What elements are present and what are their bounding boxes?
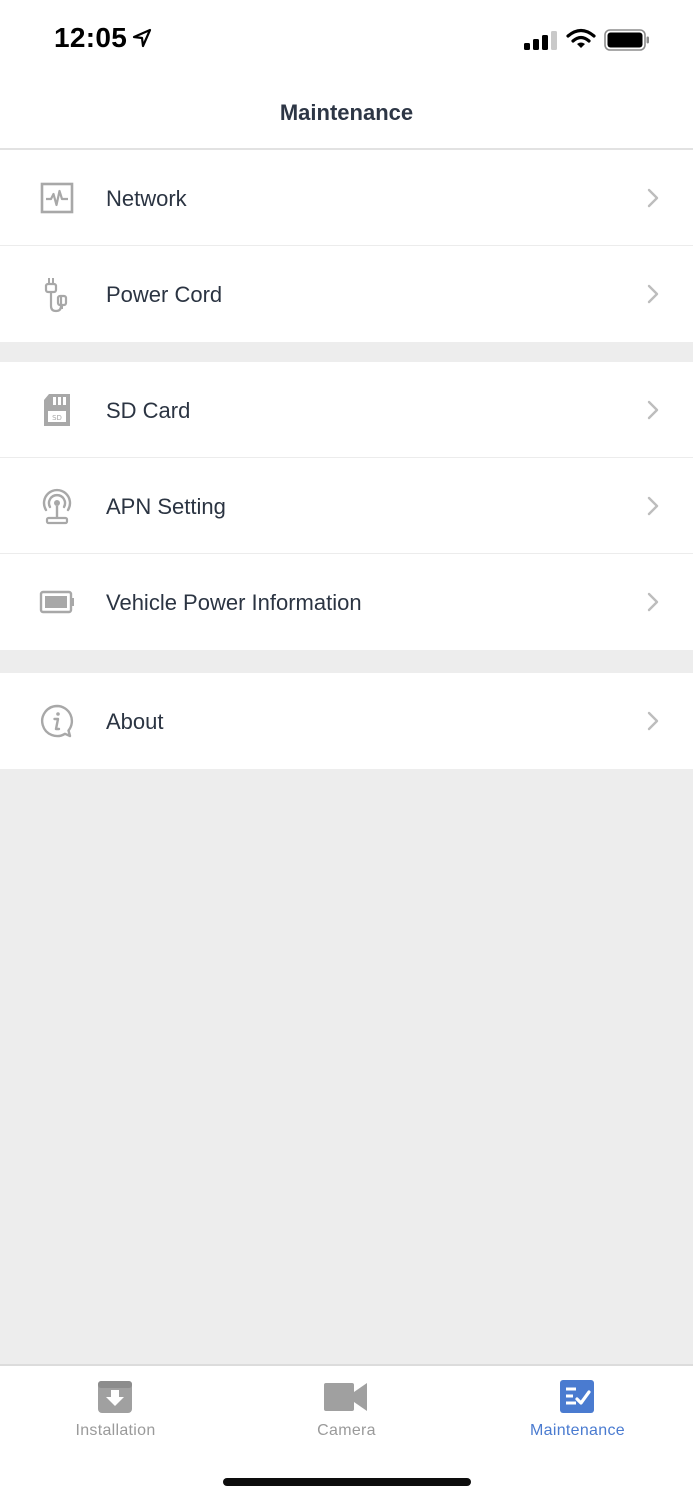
menu-item-label: SD Card (106, 398, 191, 423)
battery-status-icon (604, 29, 649, 51)
menu-item-network[interactable]: Network (0, 150, 693, 246)
menu-item-vehicle-power-information[interactable]: Vehicle Power Information (0, 554, 693, 650)
info-icon (41, 704, 74, 738)
home-indicator[interactable] (223, 1478, 471, 1486)
chevron-right-icon (647, 400, 659, 420)
menu-item-sd-card[interactable]: SD SD Card (0, 362, 693, 458)
menu-item-apn-setting[interactable]: APN Setting (0, 458, 693, 554)
status-bar: 12:05 (0, 0, 693, 80)
checklist-icon (560, 1380, 594, 1413)
network-monitor-icon (40, 182, 74, 214)
menu-group-info: About (0, 673, 693, 769)
svg-text:SD: SD (52, 414, 62, 422)
menu-item-label: About (106, 709, 164, 734)
cellular-signal-icon (524, 31, 557, 50)
status-time: 12:05 (54, 22, 128, 53)
tab-installation[interactable]: Installation (0, 1366, 231, 1466)
wifi-icon (566, 28, 596, 48)
menu-item-label: Power Cord (106, 282, 223, 307)
menu-item-label: Vehicle Power Information (106, 590, 362, 615)
navigation-bar: Maintenance (0, 80, 693, 150)
tab-maintenance[interactable]: Maintenance (462, 1366, 693, 1466)
page-title: Maintenance (279, 100, 414, 125)
chevron-right-icon (647, 188, 659, 208)
menu-group-connectivity: Network Power Cord (0, 150, 693, 342)
menu-item-power-cord[interactable]: Power Cord (0, 246, 693, 342)
chevron-right-icon (647, 496, 659, 516)
battery-icon (39, 590, 74, 614)
menu-item-label: Network (106, 186, 187, 211)
tab-label: Camera (317, 1422, 376, 1439)
video-camera-icon (324, 1383, 367, 1411)
chevron-right-icon (647, 711, 659, 731)
apn-antenna-icon (42, 488, 72, 525)
tab-label: Installation (75, 1422, 156, 1439)
chevron-right-icon (647, 284, 659, 304)
installation-box-icon (98, 1381, 132, 1413)
menu-item-about[interactable]: About (0, 673, 693, 769)
menu-group-device: SD SD Card APN Setting Vehicle Power Inf… (0, 362, 693, 650)
sd-card-icon: SD (44, 394, 70, 426)
chevron-right-icon (647, 592, 659, 612)
power-cord-icon (44, 278, 68, 313)
tab-label: Maintenance (530, 1422, 625, 1439)
tab-camera[interactable]: Camera (231, 1366, 462, 1466)
menu-item-label: APN Setting (106, 494, 226, 519)
location-arrow-icon (132, 28, 152, 48)
